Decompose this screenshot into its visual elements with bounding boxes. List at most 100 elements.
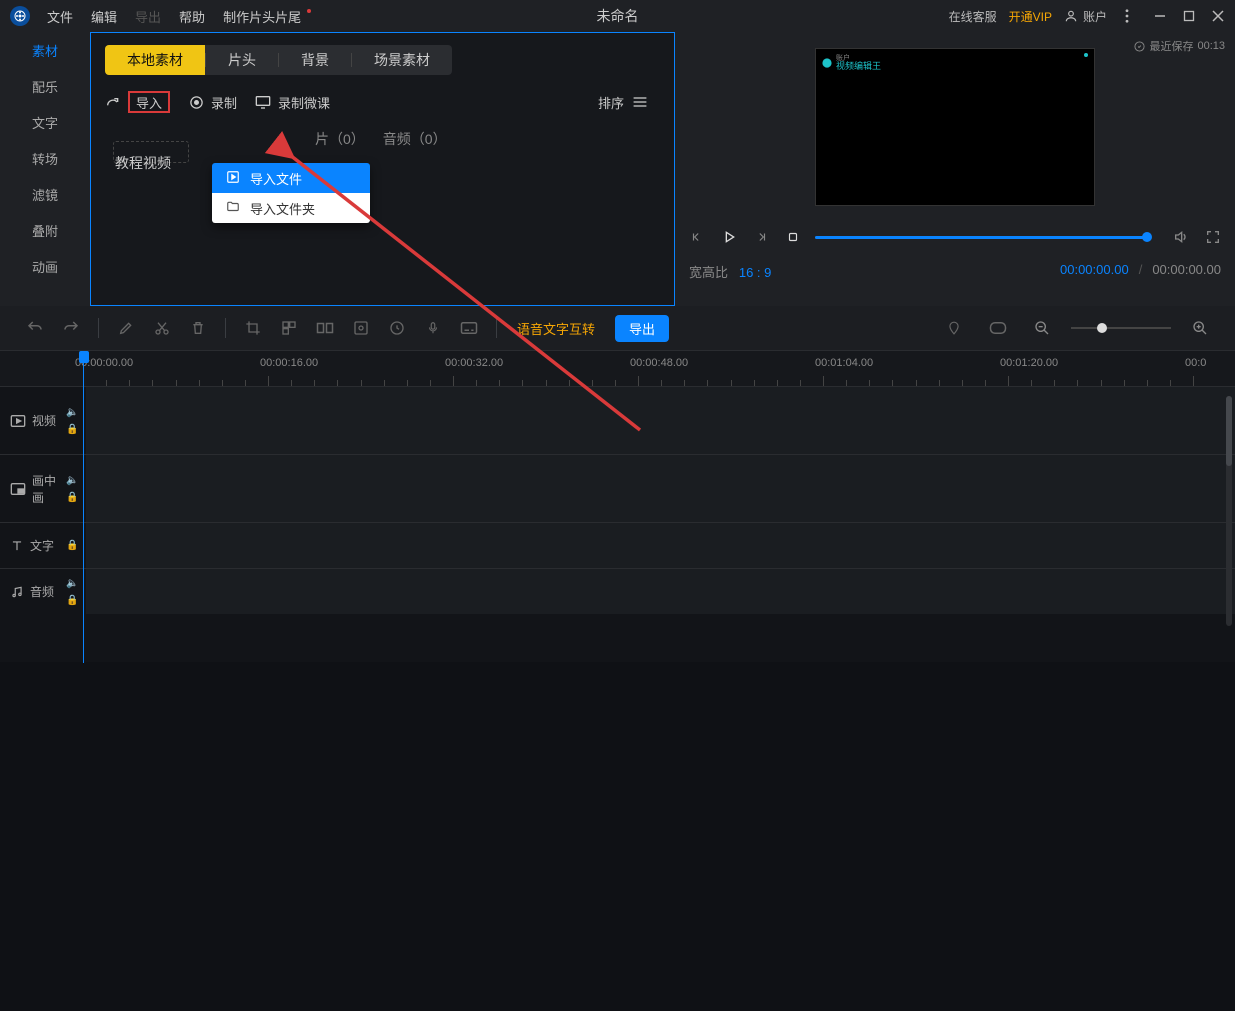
maximize-icon[interactable] bbox=[1181, 9, 1196, 24]
sidebar-item-material[interactable]: 素材 bbox=[0, 32, 90, 68]
watermark: 账户 视频编辑王 bbox=[822, 55, 881, 71]
play-button[interactable] bbox=[719, 226, 739, 248]
progress-knob[interactable] bbox=[1142, 232, 1152, 242]
menu-file[interactable]: 文件 bbox=[38, 7, 82, 26]
import-button[interactable]: 导入 bbox=[105, 91, 170, 113]
track-body[interactable] bbox=[86, 387, 1235, 454]
sidebar-item-overlay[interactable]: 叠附 bbox=[0, 212, 90, 248]
sidebar-item-music[interactable]: 配乐 bbox=[0, 68, 90, 104]
subtab-scene[interactable]: 场景素材 bbox=[352, 45, 452, 75]
subtitle-button[interactable] bbox=[454, 313, 484, 343]
zoom-in-button[interactable] bbox=[1185, 313, 1215, 343]
fullscreen-button[interactable] bbox=[1203, 226, 1223, 248]
time-total: 00:00:00.00 bbox=[1152, 262, 1221, 281]
zoom-out-button[interactable] bbox=[1027, 313, 1057, 343]
scrollbar-thumb[interactable] bbox=[1226, 396, 1232, 466]
video-track-icon bbox=[10, 414, 26, 428]
fit-button[interactable] bbox=[983, 313, 1013, 343]
watermark-text: 视频编辑王 bbox=[836, 62, 881, 71]
track-pip[interactable]: 画中画 🔈 🔒 bbox=[0, 454, 1235, 522]
menu-edit[interactable]: 编辑 bbox=[82, 7, 126, 26]
folder-icon bbox=[226, 200, 240, 217]
more-icon[interactable] bbox=[1119, 9, 1134, 24]
tool-strip: 语音文字互转 导出 bbox=[0, 306, 1235, 350]
close-icon[interactable] bbox=[1210, 9, 1225, 24]
import-file-item[interactable]: 导入文件 bbox=[212, 163, 370, 193]
sort-button[interactable]: 排序 bbox=[598, 93, 660, 112]
sidebar-item-text[interactable]: 文字 bbox=[0, 104, 90, 140]
save-time: 00:13 bbox=[1197, 40, 1225, 52]
export-button[interactable]: 导出 bbox=[615, 315, 669, 342]
track-mute-icon[interactable]: 🔈 bbox=[66, 578, 80, 589]
next-frame-button[interactable] bbox=[751, 226, 771, 248]
prev-frame-button[interactable] bbox=[687, 226, 707, 248]
track-text[interactable]: 文字 🔒 bbox=[0, 522, 1235, 568]
redo-button[interactable] bbox=[56, 313, 86, 343]
sidebar-item-animation[interactable]: 动画 bbox=[0, 248, 90, 284]
subtab-intro[interactable]: 片头 bbox=[206, 45, 278, 75]
aspect-label: 宽高比 bbox=[689, 265, 728, 280]
import-dropdown: 导入文件 导入文件夹 bbox=[212, 163, 370, 223]
clip-count: 片（0） bbox=[315, 129, 365, 149]
timeline-ruler[interactable]: 00:00:00.0000:00:16.0000:00:32.0000:00:4… bbox=[0, 350, 1235, 386]
track-video[interactable]: 视频 🔈🔒 bbox=[0, 386, 1235, 454]
mic-button[interactable] bbox=[418, 313, 448, 343]
voice-convert-button[interactable]: 语音文字互转 bbox=[509, 319, 603, 338]
freeze-button[interactable] bbox=[346, 313, 376, 343]
preview-panel: 最近保存 00:13 账户 视频编辑王 bbox=[675, 32, 1235, 306]
tracks-scrollbar[interactable] bbox=[1226, 396, 1232, 626]
track-body[interactable] bbox=[86, 455, 1235, 522]
crop-button[interactable] bbox=[238, 313, 268, 343]
delete-button[interactable] bbox=[183, 313, 213, 343]
account-menu[interactable]: 账户 bbox=[1064, 8, 1107, 25]
volume-button[interactable] bbox=[1171, 226, 1191, 248]
speed-button[interactable] bbox=[382, 313, 412, 343]
track-pip-label: 画中画 bbox=[32, 472, 66, 506]
undo-button[interactable] bbox=[20, 313, 50, 343]
material-subtabs: 本地素材 片头 背景 场景素材 bbox=[105, 45, 452, 75]
online-service-link[interactable]: 在线客服 bbox=[949, 8, 997, 25]
zoom-controls bbox=[939, 313, 1215, 343]
split-button[interactable] bbox=[310, 313, 340, 343]
menu-export[interactable]: 导出 bbox=[126, 7, 170, 26]
import-folder-label: 导入文件夹 bbox=[250, 199, 315, 218]
subtab-local[interactable]: 本地素材 bbox=[105, 45, 205, 75]
menu-intro-outro[interactable]: 制作片头片尾 bbox=[214, 7, 310, 26]
micro-lesson-button[interactable]: 录制微课 bbox=[255, 93, 330, 112]
track-audio[interactable]: 音频 🔈 🔒 bbox=[0, 568, 1235, 614]
import-icon bbox=[105, 94, 121, 110]
minimize-icon[interactable] bbox=[1152, 9, 1167, 24]
edit-pen-button[interactable] bbox=[111, 313, 141, 343]
subtab-bg[interactable]: 背景 bbox=[279, 45, 351, 75]
record-icon bbox=[188, 94, 204, 110]
marker-button[interactable] bbox=[939, 313, 969, 343]
import-folder-item[interactable]: 导入文件夹 bbox=[212, 193, 370, 223]
aspect-value[interactable]: 16 : 9 bbox=[739, 265, 772, 280]
preview-canvas[interactable]: 账户 视频编辑王 bbox=[815, 48, 1095, 206]
track-audio-label: 音频 bbox=[30, 583, 54, 600]
zoom-knob[interactable] bbox=[1097, 323, 1107, 333]
playhead[interactable] bbox=[83, 351, 85, 1011]
timeline-tracks: 视频 🔈🔒 画中画 🔈🔒 文字 🔒 音频 🔈🔒 bbox=[0, 386, 1235, 662]
track-mute-icon[interactable]: 🔈 bbox=[66, 407, 80, 418]
track-lock-icon[interactable]: 🔒 bbox=[66, 540, 80, 551]
tutorial-label[interactable]: 教程视频 bbox=[115, 153, 660, 173]
track-lock-icon[interactable]: 🔒 bbox=[66, 492, 80, 503]
time-current: 00:00:00.00 bbox=[1060, 262, 1129, 281]
sidebar-item-transition[interactable]: 转场 bbox=[0, 140, 90, 176]
menu-help[interactable]: 帮助 bbox=[170, 7, 214, 26]
track-body[interactable] bbox=[86, 569, 1235, 614]
track-lock-icon[interactable]: 🔒 bbox=[66, 424, 80, 435]
track-lock-icon[interactable]: 🔒 bbox=[66, 595, 80, 606]
mosaic-button[interactable] bbox=[274, 313, 304, 343]
stop-button[interactable] bbox=[783, 226, 803, 248]
sidebar-item-filter[interactable]: 滤镜 bbox=[0, 176, 90, 212]
record-label: 录制 bbox=[211, 93, 237, 112]
track-body[interactable] bbox=[86, 523, 1235, 568]
track-mute-icon[interactable]: 🔈 bbox=[66, 475, 80, 486]
cut-button[interactable] bbox=[147, 313, 177, 343]
progress-bar[interactable] bbox=[815, 236, 1147, 239]
vip-link[interactable]: 开通VIP bbox=[1009, 8, 1052, 25]
zoom-slider[interactable] bbox=[1071, 327, 1171, 329]
record-button[interactable]: 录制 bbox=[188, 93, 237, 112]
